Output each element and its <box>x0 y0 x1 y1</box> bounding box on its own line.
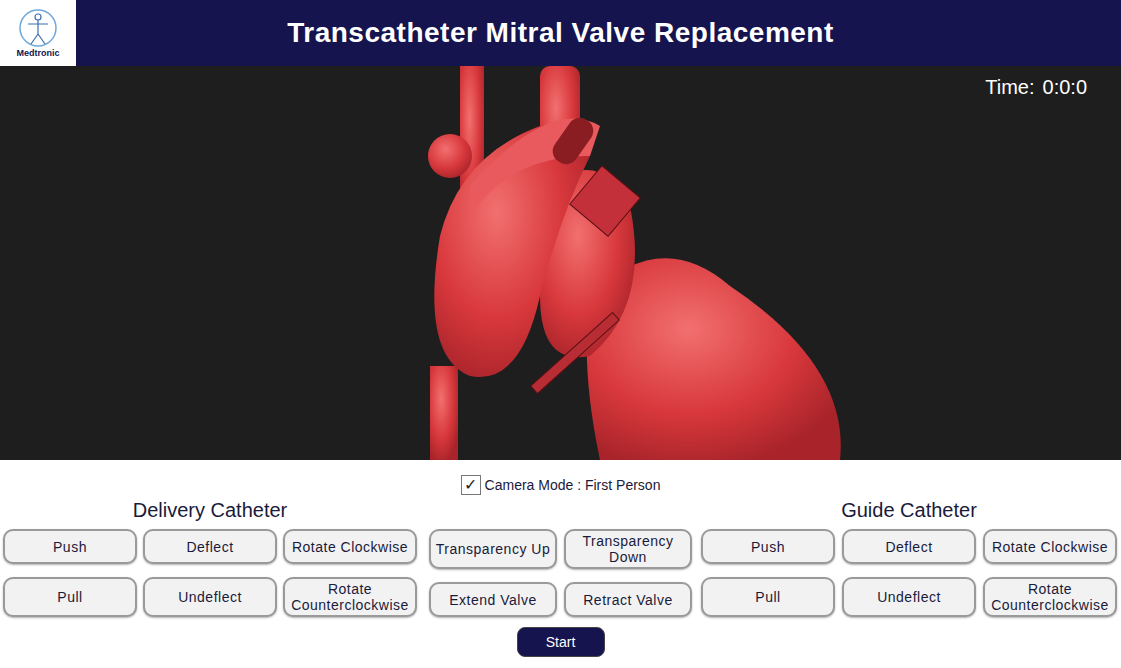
button-row: PullUndeflectRotate Counterclockwise <box>701 577 1117 617</box>
control-button[interactable]: Rotate Clockwise <box>983 529 1117 564</box>
button-row: PushDeflectRotate Clockwise <box>3 529 417 564</box>
control-button[interactable]: Rotate Counterclockwise <box>983 577 1117 617</box>
control-button[interactable]: Pull <box>3 577 137 617</box>
control-button[interactable]: Pull <box>701 577 835 617</box>
guide-catheter-group: Guide CatheterPushDeflectRotate Clockwis… <box>701 497 1117 617</box>
camera-mode-label: Camera Mode : First Person <box>485 475 661 496</box>
logo-text: Medtronic <box>16 48 59 58</box>
control-button[interactable]: Undeflect <box>143 577 277 617</box>
control-panel: ✓Camera Mode : First Person Delivery Cath… <box>0 460 1121 668</box>
timer: Time:0:0:0 <box>985 72 1087 102</box>
button-row: Transparency UpTransparency Down <box>429 529 692 569</box>
3d-viewport[interactable]: Time:0:0:0 <box>0 66 1121 460</box>
valve-controls-group: Transparency UpTransparency DownExtend V… <box>429 497 692 617</box>
button-row: PushDeflectRotate Clockwise <box>701 529 1117 564</box>
control-button[interactable]: Push <box>701 529 835 564</box>
control-button[interactable]: Deflect <box>143 529 277 564</box>
control-button[interactable]: Deflect <box>842 529 976 564</box>
control-button[interactable]: Transparency Up <box>429 529 557 569</box>
heart-model <box>400 66 860 460</box>
header: Medtronic Transcatheter Mitral Valve Repl… <box>0 0 1121 66</box>
button-row: Extend ValveRetract Valve <box>429 582 692 617</box>
camera-mode-checkbox[interactable]: ✓ <box>461 475 481 495</box>
logo: Medtronic <box>0 0 76 66</box>
control-button[interactable]: Retract Valve <box>564 582 692 617</box>
medtronic-logo-icon <box>16 8 60 48</box>
app-title: Transcatheter Mitral Valve Replacement <box>76 12 1121 54</box>
group-title: Delivery Catheter <box>133 495 288 525</box>
control-button[interactable]: Transparency Down <box>564 529 692 569</box>
start-button[interactable]: Start <box>517 627 605 657</box>
control-button[interactable]: Rotate Clockwise <box>283 529 417 564</box>
button-row: PullUndeflectRotate Counterclockwise <box>3 577 417 617</box>
group-title: Guide Catheter <box>841 495 977 525</box>
control-button[interactable]: Rotate Counterclockwise <box>283 577 417 617</box>
control-button[interactable]: Extend Valve <box>429 582 557 617</box>
app: Medtronic Transcatheter Mitral Valve Repl… <box>0 0 1121 668</box>
delivery-catheter-group: Delivery Catheter PushDeflectRotate Clock… <box>3 497 417 617</box>
control-button[interactable]: Push <box>3 529 137 564</box>
control-button[interactable]: Undeflect <box>842 577 976 617</box>
